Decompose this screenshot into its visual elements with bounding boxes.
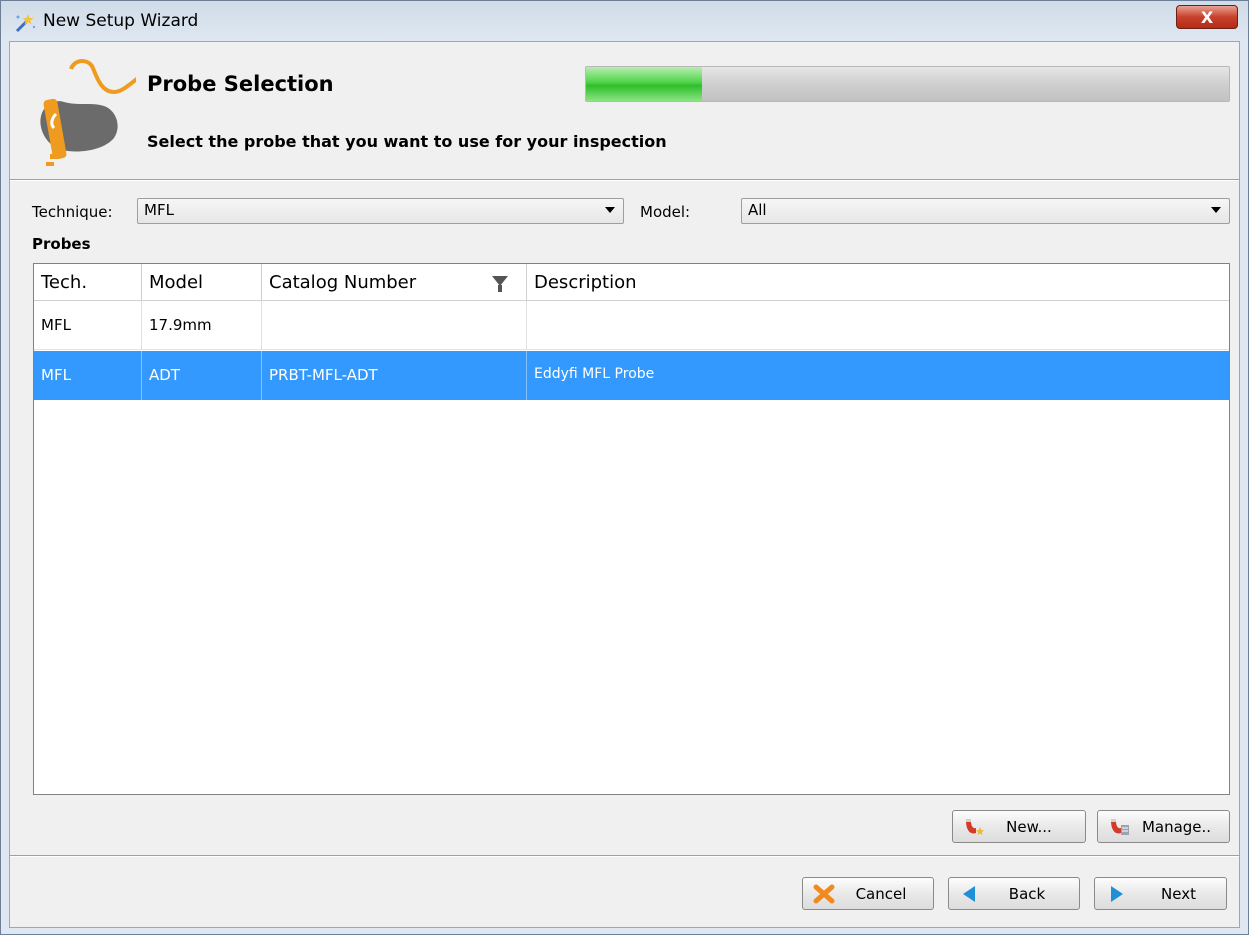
back-button-label: Back — [1008, 884, 1046, 903]
column-header-catalog-label: Catalog Number — [269, 272, 417, 293]
technique-dropdown[interactable]: MFL — [137, 198, 624, 224]
manage-probes-button[interactable]: Manage.. — [1097, 810, 1230, 843]
cell-model: 17.9mm — [142, 301, 262, 350]
page-subtitle: Select the probe that you want to use fo… — [147, 132, 667, 151]
probes-section-label: Probes — [32, 235, 91, 253]
next-button[interactable]: Next — [1094, 877, 1227, 910]
filter-icon[interactable] — [492, 276, 508, 294]
table-row[interactable]: MFL 17.9mm — [34, 301, 1229, 350]
model-dropdown[interactable]: All — [741, 198, 1230, 224]
chevron-down-icon — [1211, 207, 1221, 213]
probes-table[interactable]: Tech. Model Catalog Number Description M… — [33, 263, 1230, 795]
close-icon: X — [1200, 7, 1214, 27]
cell-description: Eddyfi MFL Probe — [534, 366, 655, 382]
cell-tech: MFL — [34, 351, 142, 400]
cell-model: ADT — [142, 351, 262, 400]
window-title: New Setup Wizard — [43, 11, 199, 31]
wizard-progress-bar — [585, 66, 1230, 102]
manage-button-label: Manage.. — [1141, 817, 1212, 836]
probe-hand-icon — [40, 59, 136, 166]
cancel-button-label: Cancel — [855, 884, 907, 903]
model-label: Model: — [640, 203, 691, 221]
cell-tech: MFL — [34, 301, 142, 350]
progress-fill — [586, 67, 702, 101]
new-probe-button[interactable]: New... — [952, 810, 1086, 843]
technique-value: MFL — [144, 201, 174, 219]
wizard-header: Probe Selection Select the probe that yo… — [10, 42, 1239, 179]
cancel-button[interactable]: Cancel — [802, 877, 934, 910]
new-button-label: New... — [1006, 817, 1052, 836]
magic-wand-icon — [15, 14, 36, 33]
footer-divider — [10, 855, 1239, 857]
model-value: All — [748, 201, 767, 219]
close-button[interactable]: X — [1176, 5, 1238, 29]
cell-description — [527, 301, 1229, 350]
wizard-window: New Setup Wizard X Probe Selection Selec… — [0, 0, 1249, 935]
column-header-model[interactable]: Model — [142, 264, 262, 301]
column-header-catalog-number[interactable]: Catalog Number — [262, 264, 527, 301]
cell-catalog-number: PRBT-MFL-ADT — [262, 351, 527, 400]
back-button[interactable]: Back — [948, 877, 1080, 910]
cell-catalog-number — [262, 301, 527, 350]
title-bar[interactable]: New Setup Wizard X — [1, 1, 1248, 41]
column-header-tech[interactable]: Tech. — [34, 264, 142, 301]
header-divider — [10, 179, 1239, 181]
technique-label: Technique: — [32, 203, 113, 221]
table-row-selected[interactable]: MFL ADT PRBT-MFL-ADT Eddyfi MFL Probe — [34, 351, 1229, 400]
column-header-description[interactable]: Description — [527, 264, 1229, 301]
page-title: Probe Selection — [147, 72, 334, 96]
chevron-down-icon — [605, 207, 615, 213]
wizard-body: Probe Selection Select the probe that yo… — [9, 41, 1240, 928]
next-button-label: Next — [1161, 884, 1196, 903]
table-header: Tech. Model Catalog Number Description — [34, 264, 1229, 301]
